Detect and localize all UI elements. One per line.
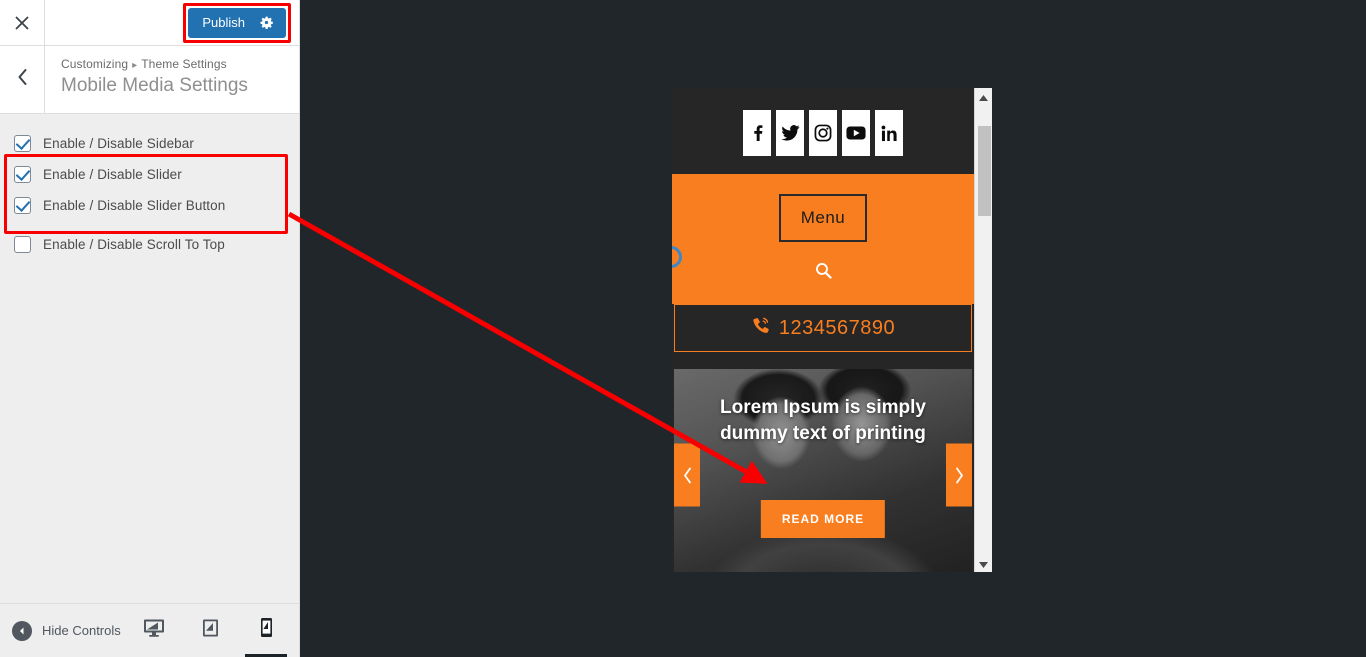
caret-down-icon xyxy=(979,555,988,573)
control-label[interactable]: Enable / Disable Slider Button xyxy=(43,198,225,213)
facebook-icon[interactable] xyxy=(743,110,771,156)
customizer-screen: Publish Customizing ▸ Theme Settings Mob… xyxy=(0,0,1366,657)
publish-area: Publish xyxy=(45,0,299,45)
checkbox-scroll-to-top[interactable] xyxy=(14,236,31,253)
control-label[interactable]: Enable / Disable Slider xyxy=(43,167,182,182)
breadcrumb: Customizing ▸ Theme Settings xyxy=(61,57,248,71)
close-icon xyxy=(14,15,30,31)
site-viewport: Menu 1234567890 Lorem Ipsum is simply du… xyxy=(672,88,974,572)
caret-up-icon xyxy=(979,88,988,106)
hero-slider: Lorem Ipsum is simply dummy text of prin… xyxy=(674,369,972,572)
twitter-icon[interactable] xyxy=(776,110,804,156)
panel-section-header: Customizing ▸ Theme Settings Mobile Media … xyxy=(0,46,299,114)
checkbox-slider-button[interactable] xyxy=(14,197,31,214)
gear-icon[interactable] xyxy=(259,15,274,30)
linkedin-icon[interactable] xyxy=(875,110,903,156)
hide-controls-label: Hide Controls xyxy=(42,623,121,638)
scroll-down-button[interactable] xyxy=(975,555,992,572)
publish-highlight-box: Publish xyxy=(183,2,291,43)
search-icon[interactable] xyxy=(815,262,832,284)
mobile-icon xyxy=(260,617,273,644)
control-enable-disable-scroll-to-top[interactable]: Enable / Disable Scroll To Top xyxy=(0,229,299,260)
preview-area: Menu 1234567890 Lorem Ipsum is simply du… xyxy=(300,0,1366,657)
device-mobile-button[interactable] xyxy=(245,604,287,657)
control-label[interactable]: Enable / Disable Scroll To Top xyxy=(43,237,225,252)
tablet-icon xyxy=(202,618,219,643)
breadcrumb-root[interactable]: Customizing xyxy=(61,57,128,71)
collapse-icon xyxy=(12,620,32,641)
phone-bar[interactable]: 1234567890 xyxy=(674,304,972,352)
control-enable-disable-slider[interactable]: Enable / Disable Slider xyxy=(0,159,299,190)
device-preview-switcher xyxy=(137,604,291,657)
publish-button-label: Publish xyxy=(202,15,245,30)
scroll-up-button[interactable] xyxy=(975,88,992,105)
breadcrumb-parent[interactable]: Theme Settings xyxy=(141,57,226,71)
section-titles: Customizing ▸ Theme Settings Mobile Media … xyxy=(45,46,248,113)
slider-prev-button[interactable] xyxy=(674,443,700,507)
phone-number: 1234567890 xyxy=(778,316,896,339)
slider-read-more-button[interactable]: READ MORE xyxy=(760,500,886,538)
breadcrumb-separator: ▸ xyxy=(132,60,138,71)
control-enable-disable-slider-button[interactable]: Enable / Disable Slider Button xyxy=(0,190,299,221)
controls-list: Enable / Disable Sidebar Enable / Disabl… xyxy=(0,114,299,603)
chevron-left-icon xyxy=(16,68,29,91)
search-row xyxy=(672,262,974,288)
back-button[interactable] xyxy=(0,46,45,113)
device-desktop-button[interactable] xyxy=(137,604,171,657)
menu-toggle-button[interactable]: Menu xyxy=(778,194,868,242)
mobile-preview-frame: Menu 1234567890 Lorem Ipsum is simply du… xyxy=(672,88,992,572)
publish-button[interactable]: Publish xyxy=(188,7,286,38)
control-label[interactable]: Enable / Disable Sidebar xyxy=(43,136,194,151)
close-customizer-button[interactable] xyxy=(0,0,45,45)
slide-caption: Lorem Ipsum is simply dummy text of prin… xyxy=(720,397,926,444)
slider-next-button[interactable] xyxy=(946,443,972,507)
youtube-icon[interactable] xyxy=(842,110,870,156)
control-enable-disable-sidebar[interactable]: Enable / Disable Sidebar xyxy=(0,128,299,159)
page-title: Mobile Media Settings xyxy=(61,75,248,96)
social-links-bar xyxy=(672,88,974,174)
phone-icon xyxy=(751,316,771,341)
hide-controls-button[interactable]: Hide Controls xyxy=(12,620,121,641)
checkbox-slider[interactable] xyxy=(14,166,31,183)
desktop-icon xyxy=(143,618,165,643)
device-tablet-button[interactable] xyxy=(193,604,227,657)
panel-footer: Hide Controls xyxy=(0,603,299,657)
scrollbar-thumb[interactable] xyxy=(978,126,991,216)
panel-header: Publish xyxy=(0,0,299,46)
preview-scrollbar[interactable] xyxy=(974,88,992,572)
instagram-icon[interactable] xyxy=(809,110,837,156)
customizer-panel: Publish Customizing ▸ Theme Settings Mob… xyxy=(0,0,300,657)
menu-band: Menu xyxy=(672,174,974,304)
checkbox-sidebar[interactable] xyxy=(14,135,31,152)
